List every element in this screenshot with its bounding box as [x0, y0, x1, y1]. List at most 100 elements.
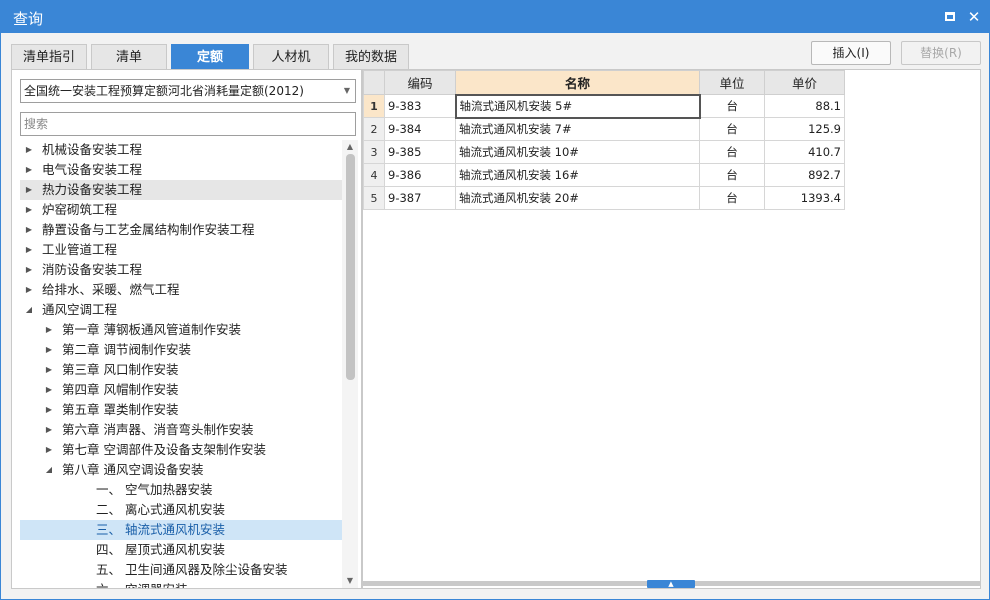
collapsed-triangle-icon[interactable]: ▶ — [23, 240, 35, 260]
tree-scrollbar[interactable]: ▲ ▼ — [342, 140, 358, 588]
collapsed-triangle-icon[interactable]: ▶ — [23, 280, 35, 300]
tree-item-label: 通风空调工程 — [42, 302, 118, 317]
table-row[interactable]: 1 9-383 轴流式通风机安装 5# 台 88.1 — [363, 93, 845, 119]
cell-code[interactable]: 9-384 — [384, 117, 456, 141]
replace-button[interactable]: 替换(R) — [901, 41, 981, 65]
row-index[interactable]: 4 — [363, 163, 385, 187]
library-select[interactable]: 全国统一安装工程预算定额河北省消耗量定额(2012) ▼ — [20, 79, 356, 103]
tab-list-guide[interactable]: 清单指引 — [11, 44, 87, 70]
close-button[interactable]: ✕ — [964, 7, 984, 27]
tree-item-label: 机械设备安装工程 — [42, 142, 143, 157]
chapter-tree: ▶ 机械设备安装工程 ▶ 电气设备安装工程 ▶ 热力设备安装工程 ▶ 炉窑砌筑工程 ▶ 静置设备与… — [20, 140, 342, 588]
tree-item[interactable]: 三、 轴流式通风机安装 — [20, 520, 342, 540]
tab-list[interactable]: 清单 — [91, 44, 167, 70]
column-header-unit[interactable]: 单位 — [699, 70, 765, 95]
cell-unit[interactable]: 台 — [699, 186, 765, 210]
insert-button[interactable]: 插入(I) — [811, 41, 891, 65]
tab-labor-material-machine[interactable]: 人材机 — [253, 44, 329, 70]
table-row[interactable]: 5 9-387 轴流式通风机安装 20# 台 1393.4 — [363, 186, 845, 210]
row-index[interactable]: 2 — [363, 117, 385, 141]
quota-results-panel: 编码 名称 单位 单价 1 9-383 轴流式通风机安装 5# 台 88.1 2 9-384… — [362, 69, 981, 589]
collapsed-triangle-icon[interactable]: ▶ — [43, 320, 55, 340]
collapsed-triangle-icon[interactable]: ▶ — [43, 440, 55, 460]
column-header-name[interactable]: 名称 — [455, 70, 700, 95]
collapsed-triangle-icon[interactable]: ▶ — [23, 140, 35, 160]
collapsed-triangle-icon[interactable]: ▶ — [43, 420, 55, 440]
scrollbar-thumb[interactable] — [346, 154, 355, 380]
expanded-triangle-icon[interactable]: ◢ — [23, 300, 35, 320]
tree-item[interactable]: ▶ 第五章 罩类制作安装 — [20, 400, 342, 420]
tree-item[interactable]: ▶ 电气设备安装工程 — [20, 160, 342, 180]
tree-item[interactable]: ▶ 第七章 空调部件及设备支架制作安装 — [20, 440, 342, 460]
tree-item[interactable]: ▶ 工业管道工程 — [20, 240, 342, 260]
tree-item[interactable]: 二、 离心式通风机安装 — [20, 500, 342, 520]
tree-item[interactable]: ▶ 第二章 调节阀制作安装 — [20, 340, 342, 360]
tree-item[interactable]: ▶ 机械设备安装工程 — [20, 140, 342, 160]
collapsed-triangle-icon[interactable]: ▶ — [23, 260, 35, 280]
cell-name[interactable]: 轴流式通风机安装 5# — [454, 93, 701, 119]
tree-item[interactable]: ◢ 第八章 通风空调设备安装 — [20, 460, 342, 480]
cell-name[interactable]: 轴流式通风机安装 16# — [455, 163, 700, 187]
dropdown-arrow-icon: ▼ — [343, 86, 350, 95]
collapsed-triangle-icon[interactable]: ▶ — [43, 360, 55, 380]
search-input[interactable] — [20, 112, 356, 136]
cell-code[interactable]: 9-385 — [384, 140, 456, 164]
column-header-code[interactable]: 编码 — [384, 70, 456, 95]
cell-price[interactable]: 410.7 — [764, 140, 845, 164]
cell-unit[interactable]: 台 — [699, 163, 765, 187]
collapsed-triangle-icon[interactable]: ▶ — [23, 160, 35, 180]
collapsed-triangle-icon[interactable]: ▶ — [43, 340, 55, 360]
window-title: 查询 — [13, 10, 44, 28]
tree-item[interactable]: 五、 卫生间通风器及除尘设备安装 — [20, 560, 342, 580]
cell-unit[interactable]: 台 — [699, 140, 765, 164]
scroll-down-icon[interactable]: ▼ — [342, 574, 358, 588]
tree-item-label: 消防设备安装工程 — [42, 262, 143, 277]
collapsed-triangle-icon[interactable]: ▶ — [43, 380, 55, 400]
tree-item[interactable]: 六、 空调器安装 — [20, 580, 342, 588]
tree-item[interactable]: 一、 空气加热器安装 — [20, 480, 342, 500]
row-index[interactable]: 1 — [363, 94, 385, 118]
tree-item[interactable]: ◢ 通风空调工程 — [20, 300, 342, 320]
tree-item[interactable]: 四、 屋顶式通风机安装 — [20, 540, 342, 560]
cell-code[interactable]: 9-386 — [384, 163, 456, 187]
tree-item[interactable]: ▶ 静置设备与工艺金属结构制作安装工程 — [20, 220, 342, 240]
expanded-triangle-icon[interactable]: ◢ — [43, 460, 55, 480]
row-index[interactable]: 5 — [363, 186, 385, 210]
tree-item-label: 电气设备安装工程 — [42, 162, 143, 177]
table-row[interactable]: 4 9-386 轴流式通风机安装 16# 台 892.7 — [363, 163, 845, 187]
cell-code[interactable]: 9-383 — [384, 94, 456, 118]
cell-code[interactable]: 9-387 — [384, 186, 456, 210]
tab-quota[interactable]: 定额 — [171, 44, 249, 70]
tab-my-data[interactable]: 我的数据 — [333, 44, 409, 70]
tree-item[interactable]: ▶ 炉窑砌筑工程 — [20, 200, 342, 220]
maximize-button[interactable] — [940, 7, 960, 27]
collapsed-triangle-icon[interactable]: ▶ — [23, 200, 35, 220]
tree-item[interactable]: ▶ 第六章 消声器、消音弯头制作安装 — [20, 420, 342, 440]
collapsed-triangle-icon[interactable]: ▶ — [23, 180, 35, 200]
collapse-arrow-icon[interactable]: ▲ — [647, 580, 695, 588]
cell-price[interactable]: 892.7 — [764, 163, 845, 187]
column-header-price[interactable]: 单价 — [764, 70, 845, 95]
collapsed-triangle-icon[interactable]: ▶ — [43, 400, 55, 420]
tree-item[interactable]: ▶ 消防设备安装工程 — [20, 260, 342, 280]
tree-item[interactable]: ▶ 第一章 薄钢板通风管道制作安装 — [20, 320, 342, 340]
table-row[interactable]: 3 9-385 轴流式通风机安装 10# 台 410.7 — [363, 140, 845, 164]
table-row[interactable]: 2 9-384 轴流式通风机安装 7# 台 125.9 — [363, 117, 845, 141]
collapsed-triangle-icon[interactable]: ▶ — [23, 220, 35, 240]
cell-price[interactable]: 1393.4 — [764, 186, 845, 210]
tree-item[interactable]: ▶ 第四章 风帽制作安装 — [20, 380, 342, 400]
cell-unit[interactable]: 台 — [699, 94, 765, 118]
tree-item[interactable]: ▶ 热力设备安装工程 — [20, 180, 342, 200]
cell-price[interactable]: 88.1 — [764, 94, 845, 118]
cell-unit[interactable]: 台 — [699, 117, 765, 141]
cell-name[interactable]: 轴流式通风机安装 20# — [455, 186, 700, 210]
quota-table: 编码 名称 单位 单价 1 9-383 轴流式通风机安装 5# 台 88.1 2 9-384… — [363, 70, 845, 210]
tree-item[interactable]: ▶ 给排水、采暖、燃气工程 — [20, 280, 342, 300]
cell-name[interactable]: 轴流式通风机安装 10# — [455, 140, 700, 164]
row-index[interactable]: 3 — [363, 140, 385, 164]
cell-name[interactable]: 轴流式通风机安装 7# — [455, 117, 700, 141]
scroll-up-icon[interactable]: ▲ — [342, 140, 358, 154]
tree-item[interactable]: ▶ 第三章 风口制作安装 — [20, 360, 342, 380]
title-bar[interactable]: 查询 ✕ — [1, 1, 989, 33]
cell-price[interactable]: 125.9 — [764, 117, 845, 141]
